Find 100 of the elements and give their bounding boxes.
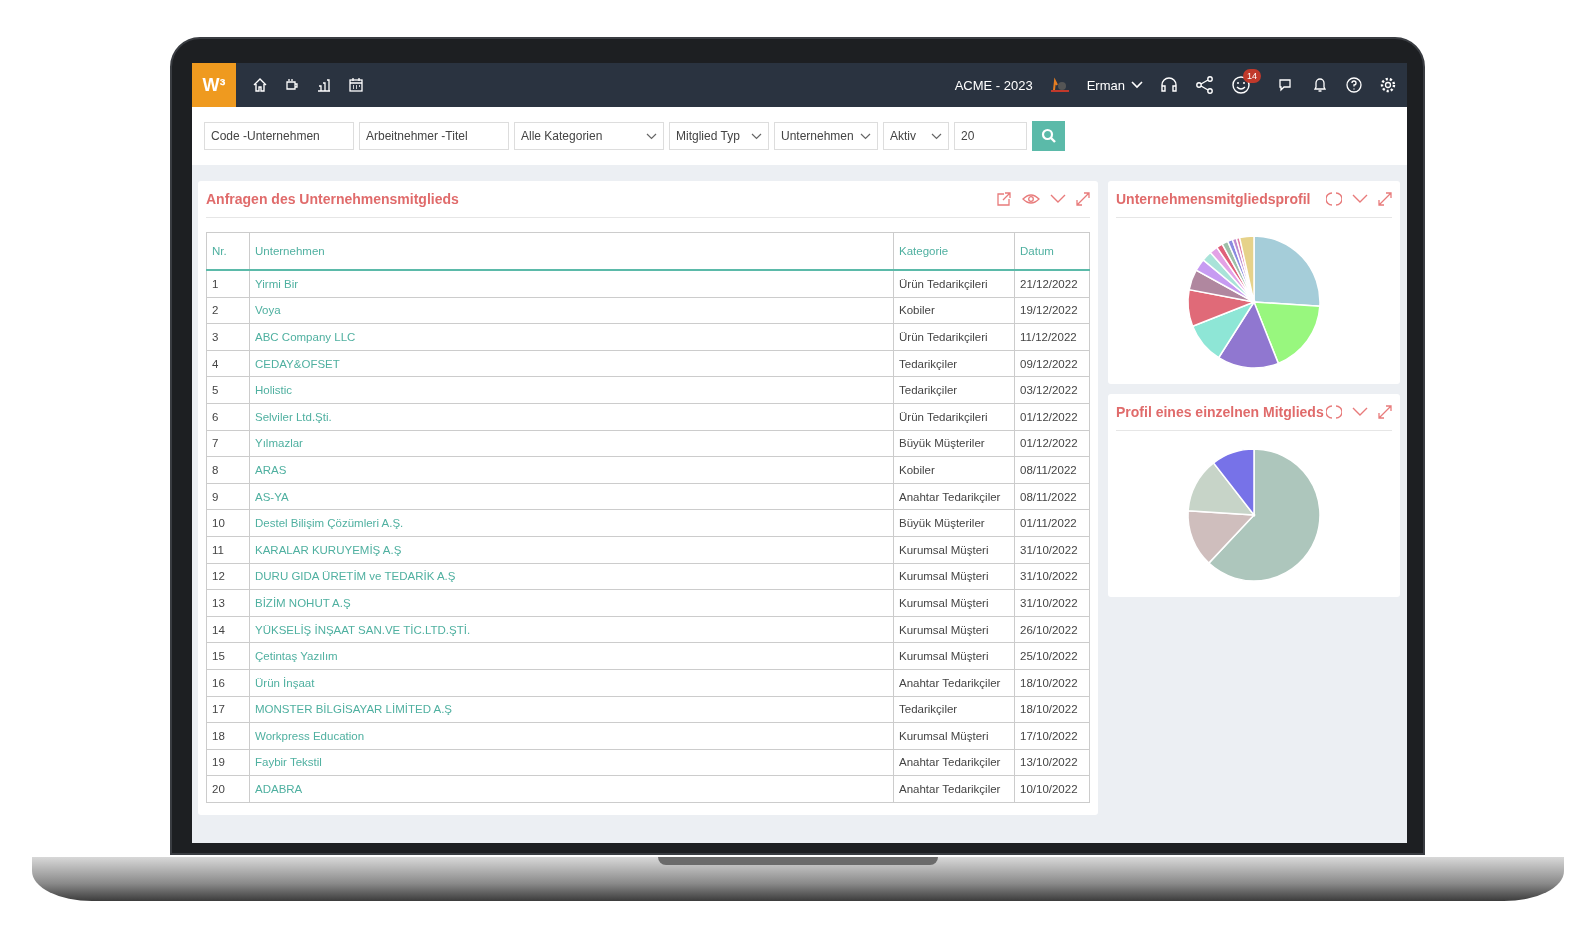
filter-dropdown[interactable]: Unternehmen [774, 122, 878, 150]
headset-icon[interactable] [1159, 75, 1179, 95]
filter-input[interactable]: Arbeitnehmer -Titel [359, 122, 509, 150]
chevron-down-icon [751, 132, 762, 140]
table-cell: Ürün Tedarikçileri [893, 403, 1015, 431]
company-link[interactable]: BİZİM NOHUT A.Ş [249, 589, 894, 617]
table-cell: Kurumsal Müşteri [893, 589, 1015, 617]
expand-icon[interactable] [1378, 405, 1392, 419]
app-logo[interactable]: W³ [192, 63, 236, 107]
column-header[interactable]: Nr. [206, 232, 250, 270]
table-cell: Anahtar Tedarikçiler [893, 749, 1015, 776]
collapse-chevron-icon[interactable] [1352, 194, 1368, 204]
table-cell: 12 [206, 563, 250, 590]
table-cell: Kurumsal Müşteri [893, 616, 1015, 643]
company-link[interactable]: Workpress Education [249, 722, 894, 750]
table-cell: 21/12/2022 [1014, 270, 1090, 298]
company-link[interactable]: Ürün İnşaat [249, 669, 894, 696]
table-cell: Kurumsal Müşteri [893, 642, 1015, 670]
table-cell: 4 [206, 350, 250, 377]
collapse-chevron-icon[interactable] [1050, 194, 1066, 204]
table-cell: Kurumsal Müşteri [893, 563, 1015, 590]
expand-icon[interactable] [1076, 192, 1090, 206]
table-cell: 19/12/2022 [1014, 297, 1090, 324]
table-cell: 2 [206, 297, 250, 324]
table-cell: 5 [206, 376, 250, 404]
help-icon[interactable] [1345, 76, 1363, 94]
table-cell: Ürün Tedarikçileri [893, 270, 1015, 298]
table-cell: Kurumsal Müşteri [893, 722, 1015, 750]
company-link[interactable]: CEDAY&OFSET [249, 350, 894, 377]
filter-dropdown[interactable]: Alle Kategorien [514, 122, 664, 150]
company-year-label[interactable]: ACME - 2023 [954, 77, 1033, 93]
refresh-icon[interactable] [1326, 191, 1342, 207]
eye-icon[interactable] [1022, 191, 1040, 207]
table-cell: 09/12/2022 [1014, 350, 1090, 377]
chevron-down-icon [646, 132, 657, 140]
table-cell: Tedarikçiler [893, 350, 1015, 377]
column-header[interactable]: Datum [1014, 232, 1090, 270]
company-link[interactable]: Destel Bilişim Çözümleri A.Ş. [249, 509, 894, 537]
table-cell: 1 [206, 270, 250, 298]
export-icon[interactable] [996, 191, 1012, 207]
table-cell: 01/12/2022 [1014, 430, 1090, 457]
company-link[interactable]: Yirmi Bir [249, 270, 894, 298]
expand-icon[interactable] [1378, 192, 1392, 206]
company-link[interactable]: DURU GIDA ÜRETİM ve TEDARİK A.Ş [249, 563, 894, 590]
column-header[interactable]: Unternehmen [249, 232, 894, 270]
table-cell: 15 [206, 642, 250, 670]
company-link[interactable]: Selviler Ltd.Şti. [249, 403, 894, 431]
bar-chart-icon[interactable] [316, 77, 332, 93]
table-cell: 7 [206, 430, 250, 457]
user-menu[interactable]: Erman [1086, 77, 1143, 93]
company-link[interactable]: AS-YA [249, 483, 894, 510]
coffee-cup-icon[interactable] [284, 77, 300, 93]
table-cell: 14 [206, 616, 250, 643]
panel-title: Anfragen des Unternehmensmitglieds [206, 191, 459, 207]
table-cell: Kurumsal Müşteri [893, 536, 1015, 564]
chevron-down-icon [860, 132, 871, 140]
company-link[interactable]: KARALAR KURUYEMİŞ A.Ş [249, 536, 894, 564]
filter-dropdown[interactable]: Mitglied Typ [669, 122, 769, 150]
company-link[interactable]: Holistic [249, 376, 894, 404]
user-avatar-icon[interactable] [1048, 77, 1071, 93]
filter-input[interactable]: 20 [954, 122, 1027, 150]
table-cell: 25/10/2022 [1014, 642, 1090, 670]
share-icon[interactable] [1195, 75, 1215, 95]
table-cell: Tedarikçiler [893, 376, 1015, 404]
collapse-chevron-icon[interactable] [1352, 407, 1368, 417]
table-cell: 6 [206, 403, 250, 431]
table-cell: Anahtar Tedarikçiler [893, 775, 1015, 803]
panel-title: Profil eines einzelnen Mitglieds [1116, 404, 1324, 420]
table-cell: 17 [206, 696, 250, 723]
settings-icon[interactable] [1379, 76, 1397, 94]
company-link[interactable]: YÜKSELİŞ İNŞAAT SAN.VE TİC.LTD.ŞTİ. [249, 616, 894, 643]
table-cell: Büyük Müşteriler [893, 509, 1015, 537]
bell-icon[interactable] [1311, 76, 1329, 94]
column-header[interactable]: Kategorie [893, 232, 1015, 270]
company-link[interactable]: ADABRA [249, 775, 894, 803]
notification-badge: 14 [1243, 69, 1261, 83]
table-cell: 17/10/2022 [1014, 722, 1090, 750]
company-link[interactable]: Yılmazlar [249, 430, 894, 457]
chevron-down-icon [1131, 81, 1143, 89]
table-cell: 19 [206, 749, 250, 776]
table-cell: Ürün Tedarikçileri [893, 323, 1015, 351]
panel-title: Unternehmensmitgliedsprofil [1116, 191, 1311, 207]
company-link[interactable]: MONSTER BİLGİSAYAR LİMİTED A.Ş [249, 696, 894, 723]
calendar-icon[interactable] [348, 77, 364, 93]
company-link[interactable]: Voya [249, 297, 894, 324]
refresh-icon[interactable] [1326, 404, 1342, 420]
table-cell: 13 [206, 589, 250, 617]
filter-input[interactable]: Code -Unternehmen [204, 122, 354, 150]
table-cell: 20 [206, 775, 250, 803]
company-link[interactable]: Çetintaş Yazılım [249, 642, 894, 670]
chevron-down-icon [931, 132, 942, 140]
table-cell: Kobiler [893, 297, 1015, 324]
home-icon[interactable] [252, 77, 268, 93]
search-icon [1040, 128, 1057, 144]
company-link[interactable]: Faybir Tekstil [249, 749, 894, 776]
company-link[interactable]: ARAS [249, 456, 894, 484]
filter-dropdown[interactable]: Aktiv [883, 122, 949, 150]
company-link[interactable]: ABC Company LLC [249, 323, 894, 351]
table-cell: 01/12/2022 [1014, 403, 1090, 431]
table-cell: 9 [206, 483, 250, 510]
